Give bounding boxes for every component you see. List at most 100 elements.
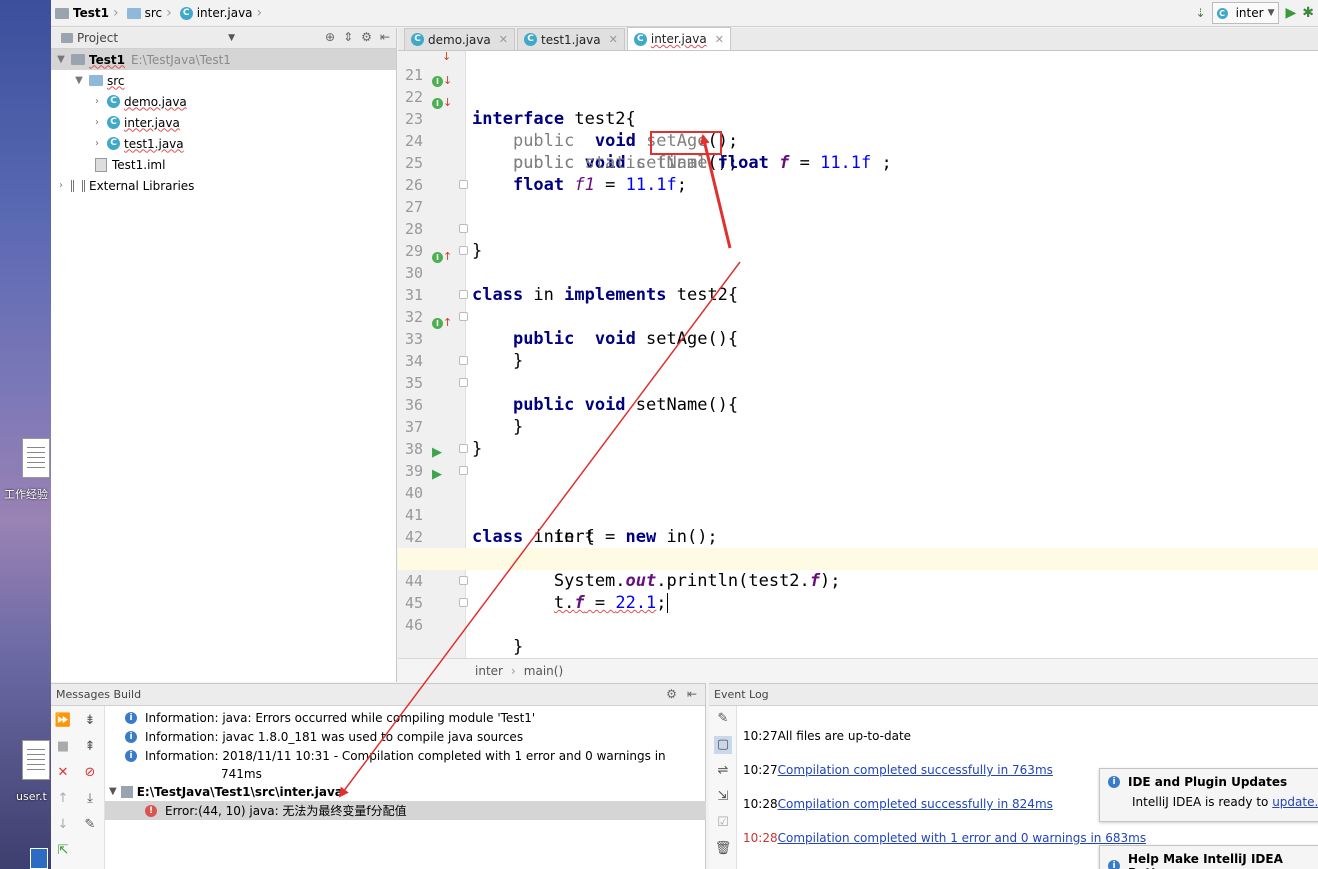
soft-wrap-icon[interactable]: ⇌ — [714, 762, 732, 780]
editor-breadcrumb: inter › main() — [398, 658, 1318, 682]
message-row[interactable]: i Information: javac 1.8.0_181 was used … — [105, 727, 706, 746]
fold-marker-icon[interactable] — [459, 312, 468, 321]
close-icon[interactable]: ✕ — [54, 764, 72, 782]
fold-marker-icon[interactable] — [459, 224, 468, 233]
fold-marker-icon[interactable] — [459, 290, 468, 299]
tab-inter-java[interactable]: C inter.java ✕ — [626, 27, 731, 50]
tab-test1-java[interactable]: C test1.java ✕ — [517, 28, 625, 50]
fold-marker-icon[interactable] — [459, 576, 468, 585]
run-icon[interactable]: ▶ — [1285, 5, 1296, 21]
expand-arrow-icon[interactable]: › — [91, 117, 103, 128]
code-line: 24 public static final float f = 11.1f ; — [398, 108, 1318, 173]
locate-icon[interactable]: ⊕ — [325, 30, 335, 44]
fold-marker-icon[interactable] — [459, 444, 468, 453]
scroll-to-end-icon[interactable]: ⇲ — [714, 788, 732, 806]
expand-arrow-icon[interactable]: ▼ — [109, 786, 117, 797]
event-log-toolbar: ✎ ▢ ⇌ ⇲ ☑ 🗑 — [709, 706, 737, 869]
breadcrumb-label: inter.java — [196, 6, 253, 20]
info-icon: i — [125, 730, 137, 743]
tree-item-file[interactable]: › C inter.java — [51, 112, 396, 133]
code-line: 37 — [398, 394, 1318, 436]
tree-item-file[interactable]: › C test1.java — [51, 133, 396, 154]
messages-build-panel: Messages Build ⚙ ⇤ ⏩ ⇟ ■ ⇞ ✕ ⊘ ↑ ⤓ ↓ ✎ ⇱… — [51, 683, 706, 869]
breadcrumb-project[interactable]: Test1 › — [51, 2, 123, 24]
gear-icon[interactable]: ⚙ — [361, 30, 372, 44]
chevron-down-icon[interactable]: ▼ — [228, 33, 235, 43]
event-log-entry: 10:27All files are up-to-date — [743, 729, 911, 743]
export-icon[interactable]: ⤓ — [81, 790, 99, 808]
expand-arrow-icon[interactable]: ▼ — [73, 75, 85, 86]
code-line: 26 — [398, 152, 1318, 194]
code-line: 27 } — [398, 174, 1318, 261]
code-area[interactable]: 21 ↓ interface test2{ 22 I ↓ public void … — [398, 51, 1318, 658]
project-view-label[interactable]: Project — [77, 31, 118, 45]
fold-marker-icon[interactable] — [459, 180, 468, 189]
fold-marker-icon[interactable] — [459, 378, 468, 387]
pin-icon[interactable]: ⇱ — [54, 842, 72, 860]
fold-marker-icon[interactable] — [459, 598, 468, 607]
breadcrumb-method[interactable]: main() — [524, 664, 563, 678]
word-doc-icon[interactable] — [30, 848, 48, 869]
down-arrow-icon[interactable]: ↓ — [54, 816, 72, 834]
collapse-all-icon[interactable]: ⇞ — [81, 738, 99, 756]
project-panel: Project ▼ ⊕ ⇕ ⚙ ⇤ ▼ Test1 E:\TestJava\Te… — [51, 28, 397, 682]
breadcrumb-class[interactable]: inter — [475, 664, 503, 678]
tree-item-project[interactable]: ▼ Test1 E:\TestJava\Test1 — [51, 49, 396, 70]
messages-toolbar: ⏩ ⇟ ■ ⇞ ✕ ⊘ ↑ ⤓ ↓ ✎ ⇱ — [51, 706, 105, 869]
event-time: 10:28 — [743, 797, 778, 811]
message-file-row[interactable]: ▼ E:\TestJava\Test1\src\inter.java — [105, 782, 706, 801]
error-filter-icon[interactable]: ⊘ — [81, 764, 99, 782]
fold-marker-icon[interactable] — [459, 356, 468, 365]
event-log-header: Event Log — [709, 684, 1318, 706]
rerun-icon[interactable]: ⏩ — [54, 712, 72, 730]
collapse-icon[interactable]: ⇕ — [343, 30, 353, 44]
tree-item-label: Test1 — [89, 52, 125, 67]
hide-icon[interactable]: ⇤ — [687, 687, 697, 701]
info-icon: i — [1108, 776, 1120, 788]
message-text: Information: 2018/11/11 10:31 - Compilat… — [145, 748, 666, 763]
chat-bubble-icon[interactable]: ▢ — [714, 736, 732, 754]
tree-item-external-libraries[interactable]: › External Libraries — [51, 175, 396, 196]
library-icon — [71, 179, 85, 192]
notification-ide-updates[interactable]: i IDE and Plugin Updates IntelliJ IDEA i… — [1099, 768, 1318, 822]
chevron-down-icon: ▼ — [1267, 8, 1275, 18]
tree-item-iml[interactable]: Test1.iml — [51, 154, 396, 175]
mark-all-read-icon[interactable]: ☑ — [714, 814, 732, 832]
message-row[interactable]: i Information: 2018/11/11 10:31 - Compil… — [105, 746, 706, 765]
wrench-icon[interactable]: ✎ — [714, 710, 732, 728]
wrench-icon[interactable]: ✎ — [81, 816, 99, 834]
build-project-icon[interactable]: ⇣ — [1196, 6, 1206, 20]
close-icon[interactable]: ✕ — [499, 33, 508, 46]
stop-icon[interactable]: ■ — [54, 738, 72, 756]
event-link[interactable]: Compilation completed with 1 error and 0… — [778, 831, 1146, 845]
message-text: Information: java: Errors occurred while… — [145, 710, 536, 725]
fold-marker-icon[interactable] — [459, 466, 468, 475]
breadcrumb-file[interactable]: C inter.java › — [176, 2, 266, 24]
fold-marker-icon[interactable] — [459, 246, 468, 255]
message-error-row[interactable]: ! Error:(44, 10) java: 无法为最终变量f分配值 — [105, 801, 706, 820]
desktop-file-icon[interactable] — [22, 438, 50, 478]
event-link[interactable]: Compilation completed successfully in 82… — [778, 797, 1053, 811]
close-icon[interactable]: ✕ — [715, 33, 724, 46]
close-icon[interactable]: ✕ — [609, 33, 618, 46]
update-link[interactable]: update. — [1272, 795, 1318, 809]
expand-arrow-icon[interactable]: › — [55, 180, 67, 191]
message-row[interactable]: i Information: java: Errors occurred whi… — [105, 708, 706, 727]
tree-item-src[interactable]: ▼ src — [51, 70, 396, 91]
event-link[interactable]: Compilation completed successfully in 76… — [778, 763, 1053, 777]
trash-icon[interactable]: 🗑 — [714, 840, 732, 858]
expand-arrow-icon[interactable]: › — [91, 96, 103, 107]
desktop-file-icon[interactable] — [22, 740, 50, 780]
tree-item-file[interactable]: › C demo.java — [51, 91, 396, 112]
tab-demo-java[interactable]: C demo.java ✕ — [404, 28, 515, 50]
debug-icon[interactable]: ✱ — [1302, 5, 1314, 21]
gear-icon[interactable]: ⚙ — [666, 687, 677, 701]
notification-help-improve[interactable]: i Help Make IntelliJ IDEA Better — [1099, 845, 1318, 869]
expand-arrow-icon[interactable]: › — [91, 138, 103, 149]
up-arrow-icon[interactable]: ↑ — [54, 790, 72, 808]
expand-arrow-icon[interactable]: ▼ — [55, 54, 67, 65]
run-configuration-select[interactable]: C inter ▼ — [1211, 2, 1280, 24]
expand-all-icon[interactable]: ⇟ — [81, 712, 99, 730]
breadcrumb-src[interactable]: src › — [123, 2, 176, 24]
hide-icon[interactable]: ⇤ — [380, 30, 390, 44]
